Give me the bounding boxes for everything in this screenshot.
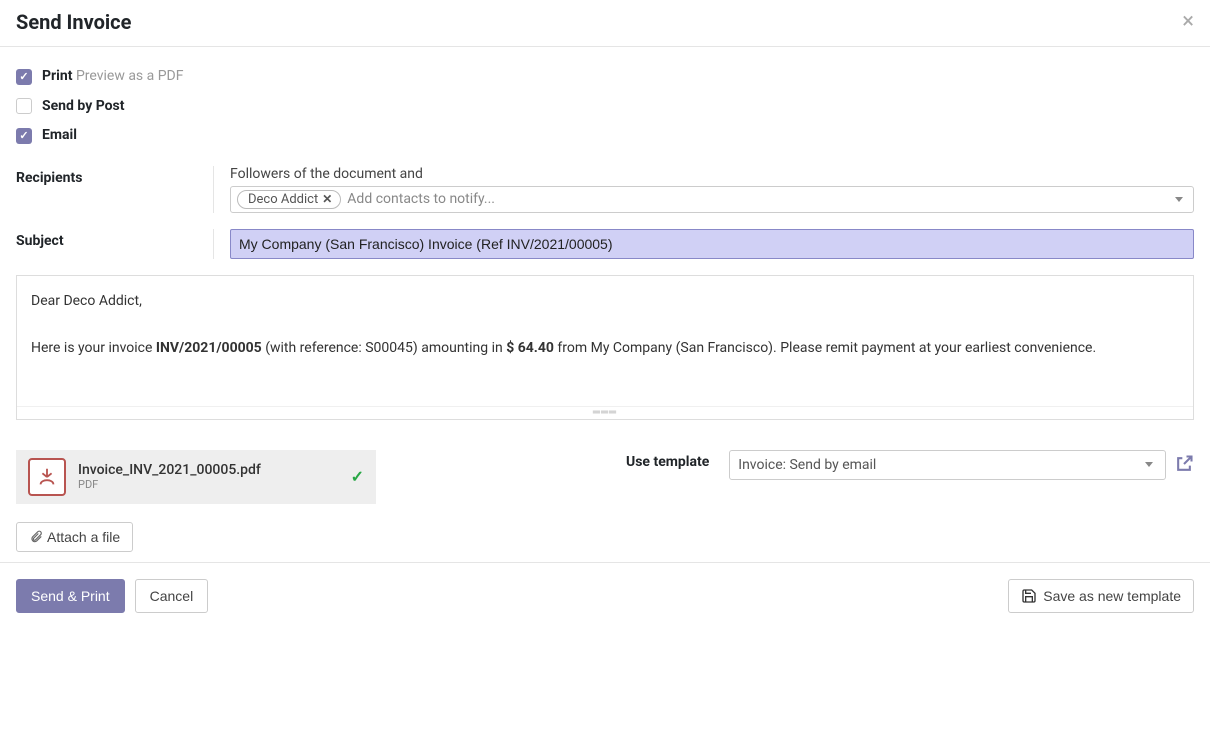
print-label: Print <box>42 68 72 84</box>
attachment-name: Invoice_INV_2021_00005.pdf <box>78 462 339 478</box>
checkbox-post[interactable] <box>16 98 32 114</box>
pdf-icon <box>28 458 66 496</box>
chevron-down-icon[interactable] <box>1175 197 1183 202</box>
checkbox-email[interactable] <box>16 128 32 144</box>
tag-label: Deco Addict <box>248 192 318 207</box>
print-hint: Preview as a PDF <box>76 68 184 84</box>
template-select[interactable]: Invoice: Send by email <box>729 450 1166 480</box>
send-invoice-dialog: Send Invoice × Print Preview as a PDF Se… <box>0 0 1210 629</box>
dialog-title: Send Invoice <box>16 10 131 34</box>
paperclip-icon <box>29 530 43 544</box>
tag-remove-icon[interactable]: ✕ <box>322 192 332 206</box>
attachment-chip[interactable]: Invoice_INV_2021_00005.pdf PDF ✓ <box>16 450 376 504</box>
option-post-row[interactable]: Send by Post <box>16 97 1194 117</box>
use-template-label: Use template <box>626 450 709 552</box>
option-email-row[interactable]: Email <box>16 126 1194 146</box>
close-icon[interactable]: × <box>1182 11 1194 33</box>
save-template-button[interactable]: Save as new template <box>1008 579 1194 613</box>
attach-file-button[interactable]: Attach a file <box>16 522 133 552</box>
recipients-input[interactable]: Deco Addict ✕ Add contacts to notify... <box>230 186 1194 213</box>
dialog-header: Send Invoice × <box>0 0 1210 47</box>
external-link-icon[interactable] <box>1174 450 1194 478</box>
dialog-footer: Send & Print Cancel Save as new template <box>0 562 1210 629</box>
followers-text: Followers of the document and <box>230 166 1194 182</box>
recipient-tag[interactable]: Deco Addict ✕ <box>237 190 341 209</box>
send-print-button[interactable]: Send & Print <box>16 579 125 613</box>
email-label: Email <box>42 126 77 146</box>
attachment-type: PDF <box>78 478 339 491</box>
post-label: Send by Post <box>42 97 124 117</box>
checkbox-print[interactable] <box>16 69 32 85</box>
resize-grip-icon[interactable]: ═══ <box>17 406 1193 419</box>
body-line1: Here is your invoice INV/2021/00005 (wit… <box>31 337 1179 361</box>
body-greeting: Dear Deco Addict, <box>31 290 1179 314</box>
subject-input[interactable] <box>230 229 1194 259</box>
recipients-placeholder: Add contacts to notify... <box>347 191 1169 207</box>
subject-label: Subject <box>16 229 214 259</box>
email-body-content[interactable]: Dear Deco Addict, Here is your invoice I… <box>17 276 1193 406</box>
check-icon: ✓ <box>351 467 364 486</box>
chevron-down-icon[interactable] <box>1145 462 1153 467</box>
recipients-label: Recipients <box>16 166 214 213</box>
cancel-button[interactable]: Cancel <box>135 579 209 613</box>
save-template-label: Save as new template <box>1043 588 1181 604</box>
email-body-editor: Dear Deco Addict, Here is your invoice I… <box>16 275 1194 420</box>
template-value: Invoice: Send by email <box>738 457 876 473</box>
option-print-row[interactable]: Print Preview as a PDF <box>16 67 1194 87</box>
attach-file-label: Attach a file <box>47 529 120 545</box>
save-icon <box>1021 588 1037 604</box>
